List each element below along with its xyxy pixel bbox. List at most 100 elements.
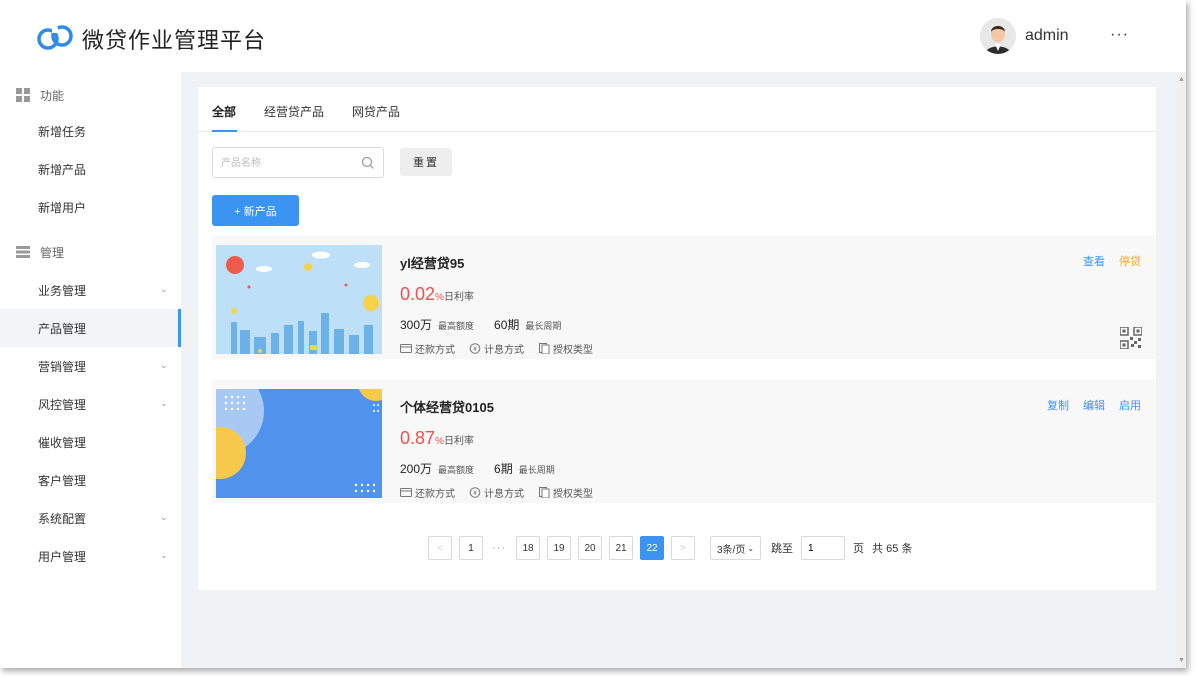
- sidebar-item-collection[interactable]: 催收管理: [0, 423, 181, 461]
- sidebar-item-label: 催收管理: [38, 435, 87, 450]
- page-button[interactable]: 19: [547, 536, 571, 560]
- sidebar-item-user-mgmt[interactable]: 用户管理 ⌄: [0, 537, 181, 575]
- sidebar-group-label: 管理: [40, 245, 65, 260]
- tag-repayment: 还款方式: [400, 485, 455, 500]
- main-content: 全部 经营贷产品 网贷产品 重置 + 新产品: [181, 72, 1186, 668]
- document-icon: [539, 343, 550, 354]
- page-button[interactable]: 1: [459, 536, 483, 560]
- page-ellipsis[interactable]: ···: [492, 542, 506, 554]
- product-name[interactable]: 个体经营贷0105: [400, 397, 494, 416]
- rate-unit: %: [435, 436, 444, 447]
- sidebar-item-marketing[interactable]: 营销管理 ⌄: [0, 347, 181, 385]
- coin-icon: ¥: [469, 343, 481, 354]
- edit-button[interactable]: 编辑: [1083, 397, 1105, 413]
- search-icon[interactable]: [361, 156, 375, 170]
- search-input[interactable]: [221, 155, 361, 171]
- enable-button[interactable]: 启用: [1119, 397, 1141, 413]
- product-rate: 0.02%日利率: [400, 284, 474, 305]
- page-button[interactable]: 18: [516, 536, 540, 560]
- stack-icon: [16, 246, 30, 258]
- tag-interest: ¥ 计息方式: [469, 341, 524, 356]
- sidebar-item-risk[interactable]: 风控管理 ⌄: [0, 385, 181, 423]
- user-avatar-icon: [980, 18, 1016, 54]
- username[interactable]: admin: [1025, 27, 1069, 45]
- period-label: 最长周期: [518, 465, 555, 475]
- product-actions: 复制 编辑 启用: [1033, 397, 1141, 413]
- product-name[interactable]: yl经营贷95: [400, 253, 464, 272]
- tab-online-loan[interactable]: 网贷产品: [352, 103, 400, 120]
- sidebar-item-customer[interactable]: 客户管理: [0, 461, 181, 499]
- sidebar-item-new-user[interactable]: 新增用户: [0, 188, 181, 226]
- top-header: 微贷作业管理平台 admin ···: [0, 0, 1186, 72]
- page-button[interactable]: 20: [578, 536, 602, 560]
- view-button[interactable]: 查看: [1083, 253, 1105, 269]
- card-icon: [400, 488, 412, 497]
- qr-code-icon[interactable]: [1120, 327, 1142, 349]
- tag-label: 计息方式: [484, 489, 524, 500]
- tab-bar: 全部 经营贷产品 网贷产品: [198, 87, 1156, 132]
- copy-button[interactable]: 复制: [1047, 397, 1069, 413]
- svg-text:¥: ¥: [473, 491, 477, 497]
- tag-authorization: 授权类型: [538, 485, 593, 500]
- product-thumbnail-city: [216, 245, 382, 354]
- more-icon[interactable]: ···: [1110, 26, 1129, 44]
- tab-business-loan[interactable]: 经营贷产品: [264, 103, 324, 120]
- suspend-button[interactable]: 停贷: [1119, 253, 1141, 269]
- sidebar-item-label: 业务管理: [38, 283, 87, 298]
- page-size-value: 3条/页: [717, 544, 746, 556]
- jump-page-input[interactable]: [801, 536, 846, 560]
- tag-label: 授权类型: [553, 345, 593, 356]
- page-button[interactable]: 21: [609, 536, 633, 560]
- product-tags: 还款方式 ¥ 计息方式 授权类型: [400, 341, 607, 356]
- tag-interest: ¥ 计息方式: [469, 485, 524, 500]
- search-box: [212, 147, 384, 178]
- app-title: 微贷作业管理平台: [82, 28, 267, 53]
- product-tags: 还款方式 ¥ 计息方式 授权类型: [400, 485, 607, 500]
- page-size-select[interactable]: 3条/页 ⌄: [710, 536, 762, 560]
- sidebar-group-label: 功能: [40, 88, 65, 103]
- sidebar-item-product[interactable]: 产品管理: [0, 309, 181, 347]
- product-card-panel: 全部 经营贷产品 网贷产品 重置 + 新产品: [198, 87, 1156, 590]
- tag-label: 计息方式: [484, 345, 524, 356]
- rate-value: 0.87: [400, 428, 436, 448]
- reset-button[interactable]: 重置: [400, 148, 452, 176]
- product-stats: 300万 最高额度 60期 最长周期: [400, 316, 581, 333]
- chevron-down-icon: ⌄: [160, 398, 168, 408]
- tag-label: 授权类型: [553, 489, 593, 500]
- chevron-down-icon: ⌄: [160, 512, 168, 522]
- tab-all[interactable]: 全部: [212, 103, 236, 120]
- page-unit-label: 页: [853, 543, 865, 555]
- scroll-up-icon[interactable]: ▲: [1178, 76, 1185, 83]
- sidebar-group-management: 管理: [16, 242, 64, 262]
- sidebar-item-new-product[interactable]: 新增产品: [0, 150, 181, 188]
- coin-icon: ¥: [469, 487, 481, 498]
- scroll-down-icon[interactable]: ▼: [1178, 657, 1185, 664]
- sidebar-item-new-task[interactable]: 新增任务: [0, 112, 181, 150]
- tag-repayment: 还款方式: [400, 341, 455, 356]
- product-actions: 查看 停贷: [1069, 253, 1141, 269]
- sidebar-item-system-config[interactable]: 系统配置 ⌄: [0, 499, 181, 537]
- sidebar-group-function: 功能: [16, 85, 64, 105]
- chevron-down-icon: ⌄: [160, 360, 168, 370]
- next-page-button[interactable]: >: [671, 536, 695, 560]
- chevron-down-icon: ⌄: [160, 550, 168, 560]
- tag-authorization: 授权类型: [538, 341, 593, 356]
- vertical-scrollbar[interactable]: ▲ ▼: [1176, 72, 1186, 668]
- grid-icon: [16, 88, 30, 102]
- avatar[interactable]: [980, 18, 1016, 54]
- sidebar-item-label: 营销管理: [38, 359, 87, 374]
- sidebar-item-label: 新增用户: [38, 200, 87, 215]
- prev-page-button[interactable]: <: [428, 536, 452, 560]
- period-value: 60期: [494, 318, 520, 332]
- sidebar: 功能 新增任务 新增产品 新增用户 管理 业务管理 ⌄ 产品管理 营销管理 ⌄ …: [0, 72, 181, 668]
- sidebar-item-label: 风控管理: [38, 397, 87, 412]
- tag-label: 还款方式: [415, 345, 455, 356]
- product-thumbnail-circles: [216, 389, 382, 498]
- rate-label: 日利率: [443, 436, 474, 447]
- new-product-button[interactable]: + 新产品: [212, 195, 299, 226]
- product-item: yl经营贷95 0.02%日利率 300万 最高额度 60期 最长周期 还款方式: [212, 235, 1156, 359]
- tab-active-indicator: [212, 130, 237, 132]
- amount-value: 200万: [400, 462, 433, 476]
- page-button-current[interactable]: 22: [640, 536, 664, 560]
- sidebar-item-business[interactable]: 业务管理 ⌄: [0, 271, 181, 309]
